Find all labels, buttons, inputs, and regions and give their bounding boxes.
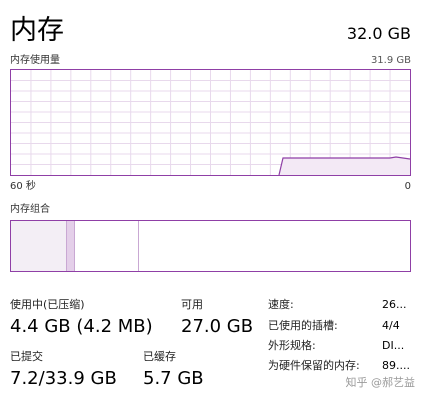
watermark: 知乎 @郝艺益 xyxy=(345,376,416,389)
in-use-value: 4.4 GB (4.2 MB) xyxy=(10,316,153,337)
memory-usage-graph xyxy=(10,69,411,176)
detail-slots-value: 4/4 xyxy=(382,319,400,332)
composition-segment-modified[interactable] xyxy=(67,221,75,271)
detail-form-factor-value: DI... xyxy=(382,339,405,352)
committed-value: 7.2/33.9 GB xyxy=(10,368,117,389)
usage-graph-max: 31.9 GB xyxy=(370,55,411,66)
cached-label: 已缓存 xyxy=(143,350,176,363)
memory-composition-bar[interactable] xyxy=(10,220,411,272)
in-use-label: 使用中(已压缩) xyxy=(10,298,85,311)
detail-slots-key: 已使用的插槽: xyxy=(268,319,338,332)
total-memory: 32.0 GB xyxy=(346,24,411,43)
time-axis-right: 0 xyxy=(404,181,411,192)
detail-speed-value: 26... xyxy=(382,298,407,311)
detail-form-factor-key: 外形规格: xyxy=(268,339,316,352)
detail-speed-key: 速度: xyxy=(268,298,294,311)
detail-reserved-value: 89.... xyxy=(382,359,410,372)
usage-area xyxy=(279,157,410,175)
usage-graph-canvas xyxy=(11,70,410,175)
composition-segment-in-use[interactable] xyxy=(11,221,67,271)
available-value: 27.0 GB xyxy=(181,316,254,337)
committed-label: 已提交 xyxy=(10,350,43,363)
available-label: 可用 xyxy=(181,298,203,311)
detail-reserved-key: 为硬件保留的内存: xyxy=(268,359,360,372)
composition-segment-free[interactable] xyxy=(139,221,410,271)
usage-graph-label: 内存使用量 xyxy=(10,55,60,66)
time-axis-left: 60 秒 xyxy=(10,181,36,192)
composition-segment-standby[interactable] xyxy=(75,221,139,271)
composition-label: 内存组合 xyxy=(10,204,50,215)
page-title: 内存 xyxy=(10,15,64,46)
cached-value: 5.7 GB xyxy=(143,368,204,389)
